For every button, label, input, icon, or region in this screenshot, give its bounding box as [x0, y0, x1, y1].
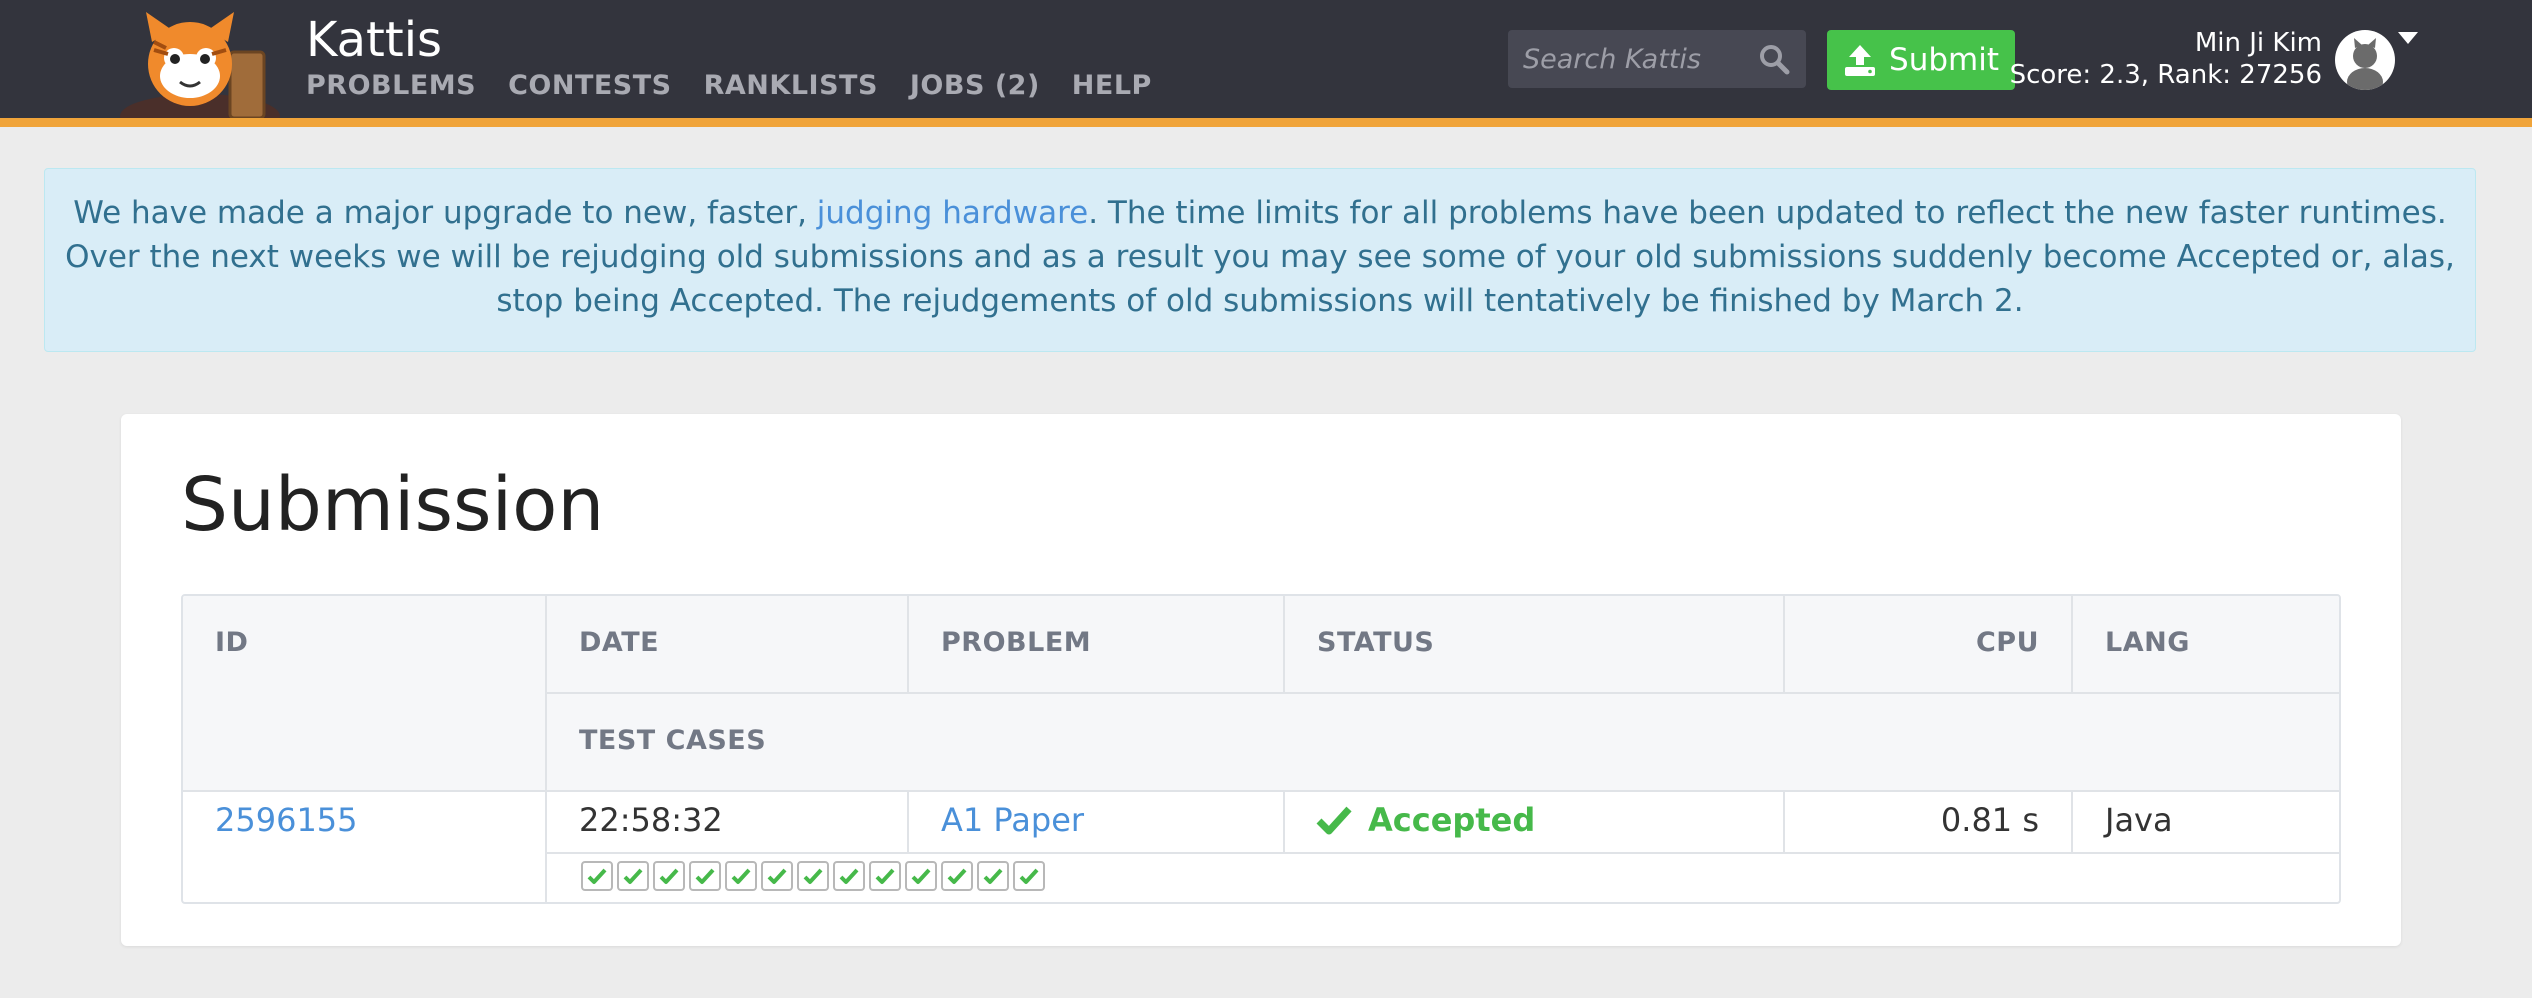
nav-jobs[interactable]: JOBS (2)	[910, 68, 1040, 104]
test-case-passed[interactable]	[689, 861, 721, 891]
user-score-rank: Score: 2.3, Rank: 27256	[2009, 60, 2322, 90]
submission-problem[interactable]: A1 Paper	[941, 800, 1084, 840]
caret-down-icon[interactable]	[2398, 32, 2418, 44]
check-icon	[767, 868, 787, 884]
check-icon	[839, 868, 859, 884]
nav-help[interactable]: HELP	[1072, 68, 1152, 104]
check-icon	[947, 868, 967, 884]
check-icon	[803, 868, 823, 884]
nav-problems[interactable]: PROBLEMS	[306, 68, 476, 104]
check-icon	[623, 868, 643, 884]
submission-card: Submission ID DATE PROBLEM STATUS CPU LA…	[121, 414, 2401, 946]
col-header-status: STATUS	[1317, 627, 1435, 658]
col-header-test-cases: TEST CASES	[579, 725, 767, 756]
test-case-passed[interactable]	[869, 861, 901, 891]
submission-table: ID DATE PROBLEM STATUS CPU LANG TEST CAS…	[181, 594, 2341, 904]
submission-lang: Java	[2105, 801, 2173, 839]
banner-text-start: We have made a major upgrade to new, fas…	[73, 195, 817, 231]
accent-stripe	[0, 118, 2532, 127]
check-icon	[875, 868, 895, 884]
top-navbar: Kattis PROBLEMS CONTESTS RANKLISTS JOBS …	[0, 0, 2532, 118]
check-icon	[659, 868, 679, 884]
test-case-passed[interactable]	[761, 861, 793, 891]
test-case-passed[interactable]	[617, 861, 649, 891]
test-case-passed[interactable]	[941, 861, 973, 891]
check-icon	[911, 868, 931, 884]
test-case-passed[interactable]	[1013, 861, 1045, 891]
upload-icon	[1845, 45, 1876, 76]
check-icon	[731, 868, 751, 884]
info-banner: We have made a major upgrade to new, fas…	[44, 168, 2476, 352]
submission-cpu: 0.81 s	[1940, 801, 2039, 839]
avatar-icon	[2347, 38, 2383, 90]
col-header-date: DATE	[579, 627, 660, 658]
test-case-passed[interactable]	[977, 861, 1009, 891]
search-icon[interactable]	[1758, 43, 1790, 75]
check-icon	[983, 868, 1003, 884]
col-header-problem: PROBLEM	[941, 627, 1092, 658]
search-input[interactable]	[1508, 30, 1753, 88]
status-text: Accepted	[1368, 801, 1536, 839]
col-header-id: ID	[215, 627, 249, 658]
test-case-passed[interactable]	[581, 861, 613, 891]
status-badge: Accepted	[1316, 800, 1535, 840]
main-nav: PROBLEMS CONTESTS RANKLISTS JOBS (2) HEL…	[306, 68, 1152, 104]
submission-id[interactable]: 2596155	[215, 800, 358, 840]
submit-button[interactable]: Submit	[1827, 30, 2015, 90]
test-case-passed[interactable]	[833, 861, 865, 891]
col-header-cpu: CPU	[1975, 627, 2039, 658]
submission-id-link[interactable]: 2596155	[215, 801, 358, 839]
submission-date: 22:58:32	[579, 801, 723, 839]
check-icon	[695, 868, 715, 884]
check-icon	[1316, 806, 1352, 835]
test-case-list	[581, 861, 1045, 891]
check-icon	[1019, 868, 1039, 884]
search-box	[1508, 30, 1806, 88]
judging-hardware-link[interactable]: judging hardware	[817, 195, 1088, 231]
site-brand[interactable]: Kattis	[306, 10, 442, 70]
col-header-lang: LANG	[2105, 627, 2190, 658]
user-avatar[interactable]	[2335, 30, 2395, 90]
kattis-logo[interactable]	[118, 12, 288, 118]
nav-ranklists[interactable]: RANKLISTS	[704, 68, 878, 104]
check-icon	[587, 868, 607, 884]
submit-label: Submit	[1889, 42, 1999, 78]
test-case-passed[interactable]	[725, 861, 757, 891]
nav-contests[interactable]: CONTESTS	[508, 68, 672, 104]
test-case-passed[interactable]	[653, 861, 685, 891]
page-title: Submission	[181, 462, 605, 548]
user-name[interactable]: Min Ji Kim	[2195, 26, 2322, 60]
test-case-passed[interactable]	[905, 861, 937, 891]
test-case-passed[interactable]	[797, 861, 829, 891]
problem-link[interactable]: A1 Paper	[941, 801, 1084, 839]
